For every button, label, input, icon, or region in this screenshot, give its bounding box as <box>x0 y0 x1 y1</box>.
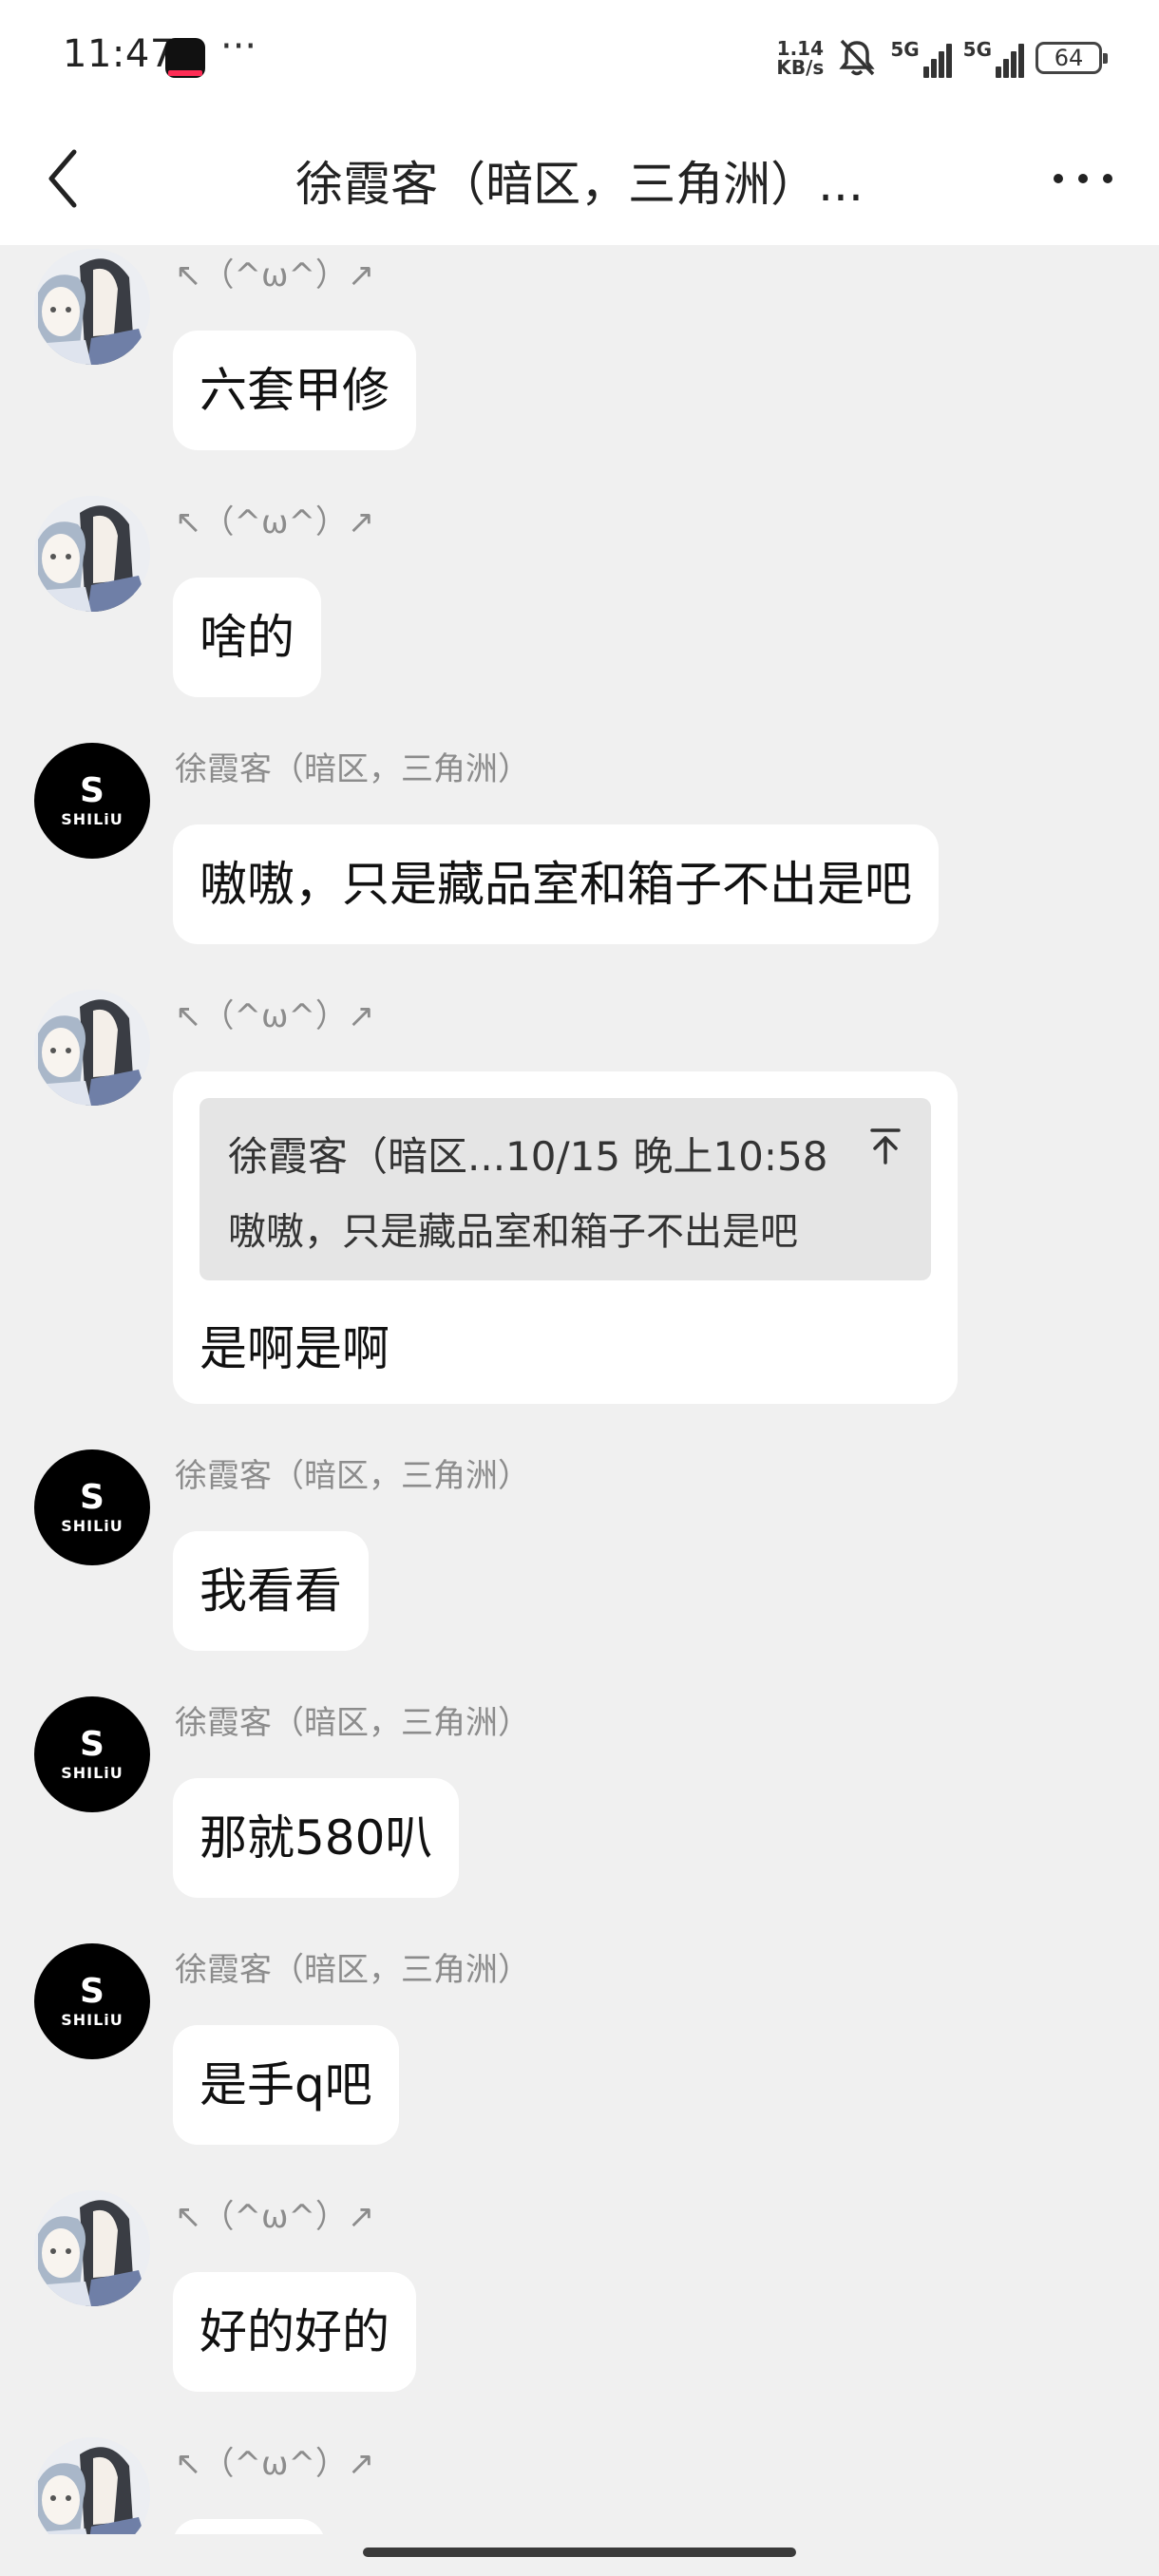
signal-strength-1: 5G <box>890 38 952 78</box>
tiktok-notification-icon <box>165 38 205 78</box>
message-bubble[interactable]: 那就580叭 <box>173 1778 460 1898</box>
sender-name: 徐霞客（暗区，三角洲） <box>175 750 530 788</box>
message-bubble[interactable] <box>173 2519 325 2534</box>
anime-avatar-icon <box>34 2190 150 2306</box>
shiliu-logo-icon: S <box>80 770 104 810</box>
status-indicators: 1.14 KB/s 5G 5G 64 <box>776 34 1108 82</box>
avatar-other[interactable]: S SHILiU <box>34 1943 150 2059</box>
message-bubble[interactable]: 我看看 <box>173 1531 369 1651</box>
shiliu-logo-icon: S <box>80 1971 104 2011</box>
shiliu-logo-icon: S <box>80 1477 104 1517</box>
quote-text: 嗷嗷，只是藏品室和箱子不出是吧 <box>228 1210 798 1254</box>
avatar-other[interactable]: S SHILiU <box>34 1696 150 1812</box>
quote-header: 徐霞客（暗区...10/15 晚上10:58 <box>228 1133 828 1180</box>
avatar-me[interactable] <box>34 990 150 1106</box>
message-bubble[interactable]: 是手q吧 <box>173 2025 399 2145</box>
quote-message-bubble[interactable]: 徐霞客（暗区...10/15 晚上10:58 嗷嗷，只是藏品室和箱子不出是吧 是… <box>173 1071 958 1404</box>
message-text: 是啊是啊 <box>200 1321 390 1376</box>
avatar-me[interactable] <box>34 496 150 612</box>
message-bubble[interactable]: 六套甲修 <box>173 331 416 450</box>
avatar-other[interactable]: S SHILiU <box>34 1449 150 1565</box>
shiliu-logo-icon: S <box>80 1724 104 1764</box>
sender-name: 徐霞客（暗区，三角洲） <box>175 1951 530 1989</box>
chevron-left-icon[interactable] <box>38 141 114 217</box>
quoted-message[interactable]: 徐霞客（暗区...10/15 晚上10:58 嗷嗷，只是藏品室和箱子不出是吧 <box>200 1098 931 1280</box>
avatar-me[interactable] <box>34 2190 150 2306</box>
home-indicator[interactable] <box>363 2548 796 2557</box>
avatar-me[interactable] <box>34 2437 150 2534</box>
more-dots-icon[interactable] <box>1036 141 1130 217</box>
sender-name: 徐霞客（暗区，三角洲） <box>175 1704 530 1742</box>
sender-name: ↖（^ω^）↗ <box>175 2445 375 2483</box>
message-bubble[interactable]: 嗷嗷，只是藏品室和箱子不出是吧 <box>173 824 939 944</box>
status-bar: 11:47 ··· 1.14 KB/s 5G 5G 64 <box>0 0 1159 114</box>
message-list[interactable]: ↖（^ω^）↗ 六套甲修 ↖（^ω^）↗ 啥的 S SHILiU 徐霞客（暗区，… <box>0 245 1159 2534</box>
network-speed: 1.14 KB/s <box>776 37 825 79</box>
sender-name: ↖（^ω^）↗ <box>175 256 375 294</box>
chat-title: 徐霞客（暗区，三角洲）... <box>295 157 864 212</box>
sender-name: 徐霞客（暗区，三角洲） <box>175 1457 530 1495</box>
anime-avatar-icon <box>34 249 150 365</box>
chat-header: 徐霞客（暗区，三角洲）... <box>0 114 1159 245</box>
battery-indicator: 64 <box>1036 42 1108 74</box>
bell-muted-icon <box>839 39 875 76</box>
message-bubble[interactable]: 啥的 <box>173 578 321 697</box>
avatar-me[interactable] <box>34 249 150 365</box>
anime-avatar-icon <box>34 496 150 612</box>
sender-name: ↖（^ω^）↗ <box>175 997 375 1035</box>
sender-name: ↖（^ω^）↗ <box>175 503 375 541</box>
avatar-other[interactable]: S SHILiU <box>34 743 150 859</box>
sender-name: ↖（^ω^）↗ <box>175 2198 375 2236</box>
status-time: 11:47 <box>63 32 175 76</box>
message-bubble[interactable]: 好的好的 <box>173 2272 416 2392</box>
signal-strength-2: 5G <box>963 38 1024 78</box>
status-more-indicator: ··· <box>220 25 257 68</box>
anime-avatar-icon <box>34 2437 150 2534</box>
anime-avatar-icon <box>34 990 150 1106</box>
jump-to-top-icon[interactable] <box>864 1125 906 1166</box>
